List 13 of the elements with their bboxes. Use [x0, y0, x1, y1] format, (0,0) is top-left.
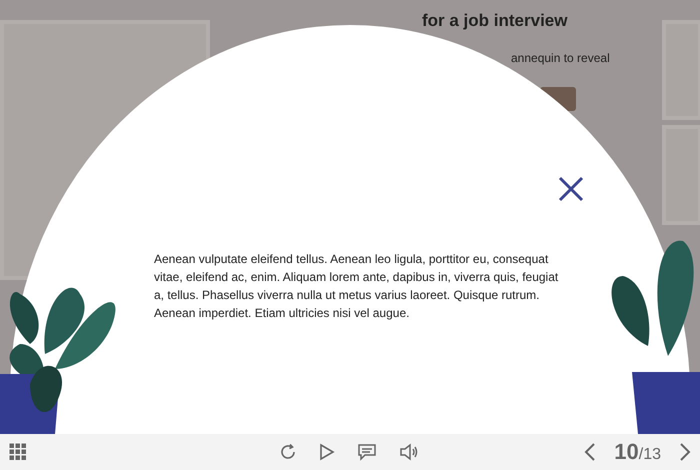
- slide-instruction: annequin to reveal: [511, 51, 610, 65]
- comment-icon[interactable]: [357, 443, 377, 461]
- replay-icon[interactable]: [279, 443, 297, 461]
- previous-icon[interactable]: [584, 442, 596, 462]
- play-icon[interactable]: [319, 443, 335, 461]
- popup-text: Aenean vulputate eleifend tellus. Aenean leo ligula, porttitor eu, consequat vitae, eleifend ac, enim. Aliquam lorem ante, dapibus in, viverra quis, feugiat a, tellus. Phasellus viverra nulla ut metus varius laoreet. Quisque rutrum. Aenean imperdiet. Etiam ultricies nisi vel augue.: [154, 251, 560, 322]
- menu-icon[interactable]: [9, 443, 27, 461]
- page-total: /13: [638, 446, 661, 464]
- close-icon[interactable]: [558, 176, 584, 202]
- next-icon[interactable]: [679, 442, 691, 462]
- slide-title: for a job interview: [422, 11, 568, 31]
- speaker-icon[interactable]: [399, 443, 419, 461]
- page-number: 10: [614, 439, 639, 465]
